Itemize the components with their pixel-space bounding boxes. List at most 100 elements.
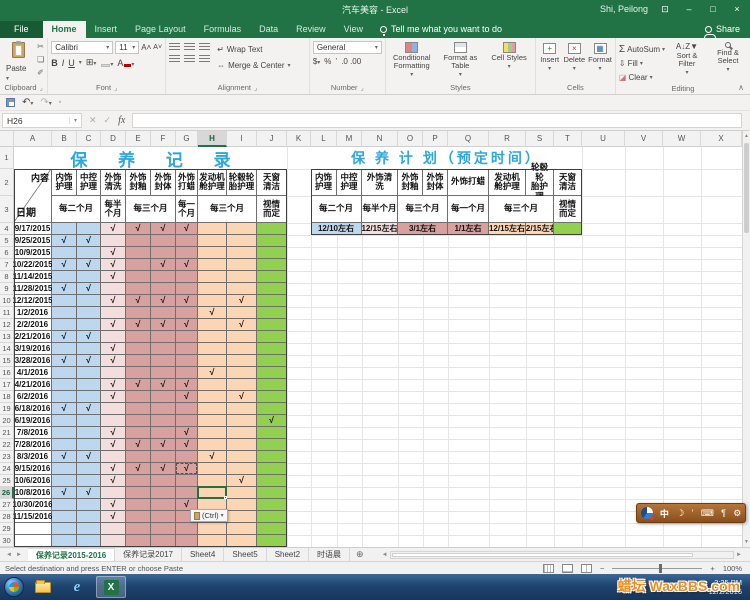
dialog-launcher-icon[interactable]: ⌟ — [254, 84, 257, 92]
column-header-C[interactable]: C — [77, 131, 101, 147]
cell-F27[interactable] — [151, 499, 176, 511]
cell-D17[interactable]: √ — [101, 379, 126, 391]
right-frequency[interactable]: 视情 而定 — [554, 196, 582, 223]
cell-F25[interactable] — [151, 475, 176, 487]
row-header-11[interactable]: 11 — [0, 307, 14, 319]
sheet-tab-时语晨[interactable]: 时语晨 — [309, 548, 350, 561]
cell-H13[interactable] — [198, 331, 227, 343]
ribbon-display-options-icon[interactable]: ⊡ — [658, 4, 672, 15]
cell-H21[interactable] — [198, 427, 227, 439]
column-header-G[interactable]: G — [176, 131, 198, 147]
date-cell-A16[interactable]: 4/1/2016 — [14, 367, 52, 379]
right-header-T[interactable]: 天窗 清洁 — [554, 169, 582, 196]
cell-G21[interactable]: √ — [176, 427, 198, 439]
format-painter-icon[interactable]: ✐ — [37, 67, 44, 78]
cell-G10[interactable]: √ — [176, 295, 198, 307]
cell-B16[interactable] — [52, 367, 77, 379]
cell-I25[interactable]: √ — [227, 475, 257, 487]
date-cell-A5[interactable]: 9/25/2015 — [14, 235, 52, 247]
cell-I19[interactable] — [227, 403, 257, 415]
date-cell-A21[interactable]: 7/8/2016 — [14, 427, 52, 439]
zoom-in-icon[interactable]: + — [710, 564, 714, 573]
ime-fullmoon-icon[interactable]: ☽ — [676, 508, 684, 519]
cell-D19[interactable] — [101, 403, 126, 415]
sheet-tab-Sheet5[interactable]: Sheet5 — [224, 548, 266, 561]
date-cell-A8[interactable]: 11/14/2015 — [14, 271, 52, 283]
cell-J15[interactable] — [257, 355, 287, 367]
plan-cell[interactable]: 12/15左右 — [489, 223, 526, 235]
cell-E30[interactable] — [126, 535, 151, 547]
row-header-15[interactable]: 15 — [0, 355, 14, 367]
cell-C23[interactable]: √ — [77, 451, 101, 463]
column-header-V[interactable]: V — [625, 131, 663, 147]
zoom-out-icon[interactable]: − — [600, 564, 604, 573]
formula-input[interactable] — [132, 113, 742, 128]
date-cell-A18[interactable]: 6/2/2016 — [14, 391, 52, 403]
left-header-J[interactable]: 天窗 清洁 — [257, 169, 287, 196]
cell-J21[interactable] — [257, 427, 287, 439]
cell-B20[interactable] — [52, 415, 77, 427]
cell-J6[interactable] — [257, 247, 287, 259]
column-header-N[interactable]: N — [362, 131, 398, 147]
cell-H20[interactable] — [198, 415, 227, 427]
internet-explorer-icon[interactable]: e — [62, 576, 92, 598]
cell-I24[interactable] — [227, 463, 257, 475]
date-cell-A27[interactable]: 10/30/2016 — [14, 499, 52, 511]
cell-E4[interactable]: √ — [126, 223, 151, 235]
row-header-14[interactable]: 14 — [0, 343, 14, 355]
cell-G24[interactable]: √ — [176, 463, 198, 475]
cell-D30[interactable] — [101, 535, 126, 547]
cell-J23[interactable] — [257, 451, 287, 463]
column-header-P[interactable]: P — [423, 131, 448, 147]
plan-cell[interactable]: 1/1左右 — [448, 223, 489, 235]
cell-G29[interactable] — [176, 523, 198, 535]
cell-F19[interactable] — [151, 403, 176, 415]
cell-D5[interactable] — [101, 235, 126, 247]
cell-I23[interactable] — [227, 451, 257, 463]
cell-B26[interactable]: √ — [52, 487, 77, 499]
dialog-launcher-icon[interactable]: ⌟ — [361, 84, 364, 92]
sheet-tab-保养记录2015-2016[interactable]: 保养记录2015-2016 — [28, 548, 115, 561]
column-header-H[interactable]: H — [198, 131, 227, 147]
cell-J26[interactable] — [257, 487, 287, 499]
cell-D6[interactable]: √ — [101, 247, 126, 259]
cell-D4[interactable]: √ — [101, 223, 126, 235]
insert-cells-button[interactable]: + Insert▾ — [539, 41, 561, 83]
cell-H15[interactable] — [198, 355, 227, 367]
cell-E12[interactable]: √ — [126, 319, 151, 331]
left-frequency[interactable]: 每二个月 — [52, 196, 101, 223]
scroll-right-icon[interactable]: ► — [734, 552, 744, 558]
right-header-S[interactable]: 轮毂轮 胎护理 — [526, 169, 554, 196]
horizontal-scrollbar[interactable]: ◄ ► — [380, 550, 744, 559]
left-header-D[interactable]: 外饰 清洗 — [101, 169, 126, 196]
name-box[interactable]: H26 ▾ — [2, 113, 82, 128]
cell-H7[interactable] — [198, 259, 227, 271]
cell-G8[interactable] — [176, 271, 198, 283]
cell-B27[interactable] — [52, 499, 77, 511]
cell-J13[interactable] — [257, 331, 287, 343]
cell-E8[interactable] — [126, 271, 151, 283]
cell-H23[interactable]: √ — [198, 451, 227, 463]
cell-G13[interactable] — [176, 331, 198, 343]
cell-E13[interactable] — [126, 331, 151, 343]
sort-filter-button[interactable]: A↓Z▼ Sort & Filter▾ — [668, 41, 706, 84]
column-header-L[interactable]: L — [311, 131, 337, 147]
share-button[interactable]: Share — [695, 24, 750, 38]
cell-C11[interactable] — [77, 307, 101, 319]
cell-C16[interactable] — [77, 367, 101, 379]
cell-C27[interactable] — [77, 499, 101, 511]
date-cell-A14[interactable]: 3/19/2016 — [14, 343, 52, 355]
cell-F30[interactable] — [151, 535, 176, 547]
cell-B22[interactable] — [52, 439, 77, 451]
row-header-17[interactable]: 17 — [0, 379, 14, 391]
cell-D18[interactable]: √ — [101, 391, 126, 403]
right-header-Q[interactable]: 外饰打蜡 — [448, 169, 489, 196]
date-cell-A15[interactable]: 3/28/2016 — [14, 355, 52, 367]
cell-J10[interactable] — [257, 295, 287, 307]
vertical-scroll-thumb[interactable] — [744, 143, 749, 233]
cell-F9[interactable] — [151, 283, 176, 295]
cell-F13[interactable] — [151, 331, 176, 343]
cell-F12[interactable]: √ — [151, 319, 176, 331]
scroll-left-icon[interactable]: ◄ — [380, 552, 390, 558]
cell-E27[interactable] — [126, 499, 151, 511]
